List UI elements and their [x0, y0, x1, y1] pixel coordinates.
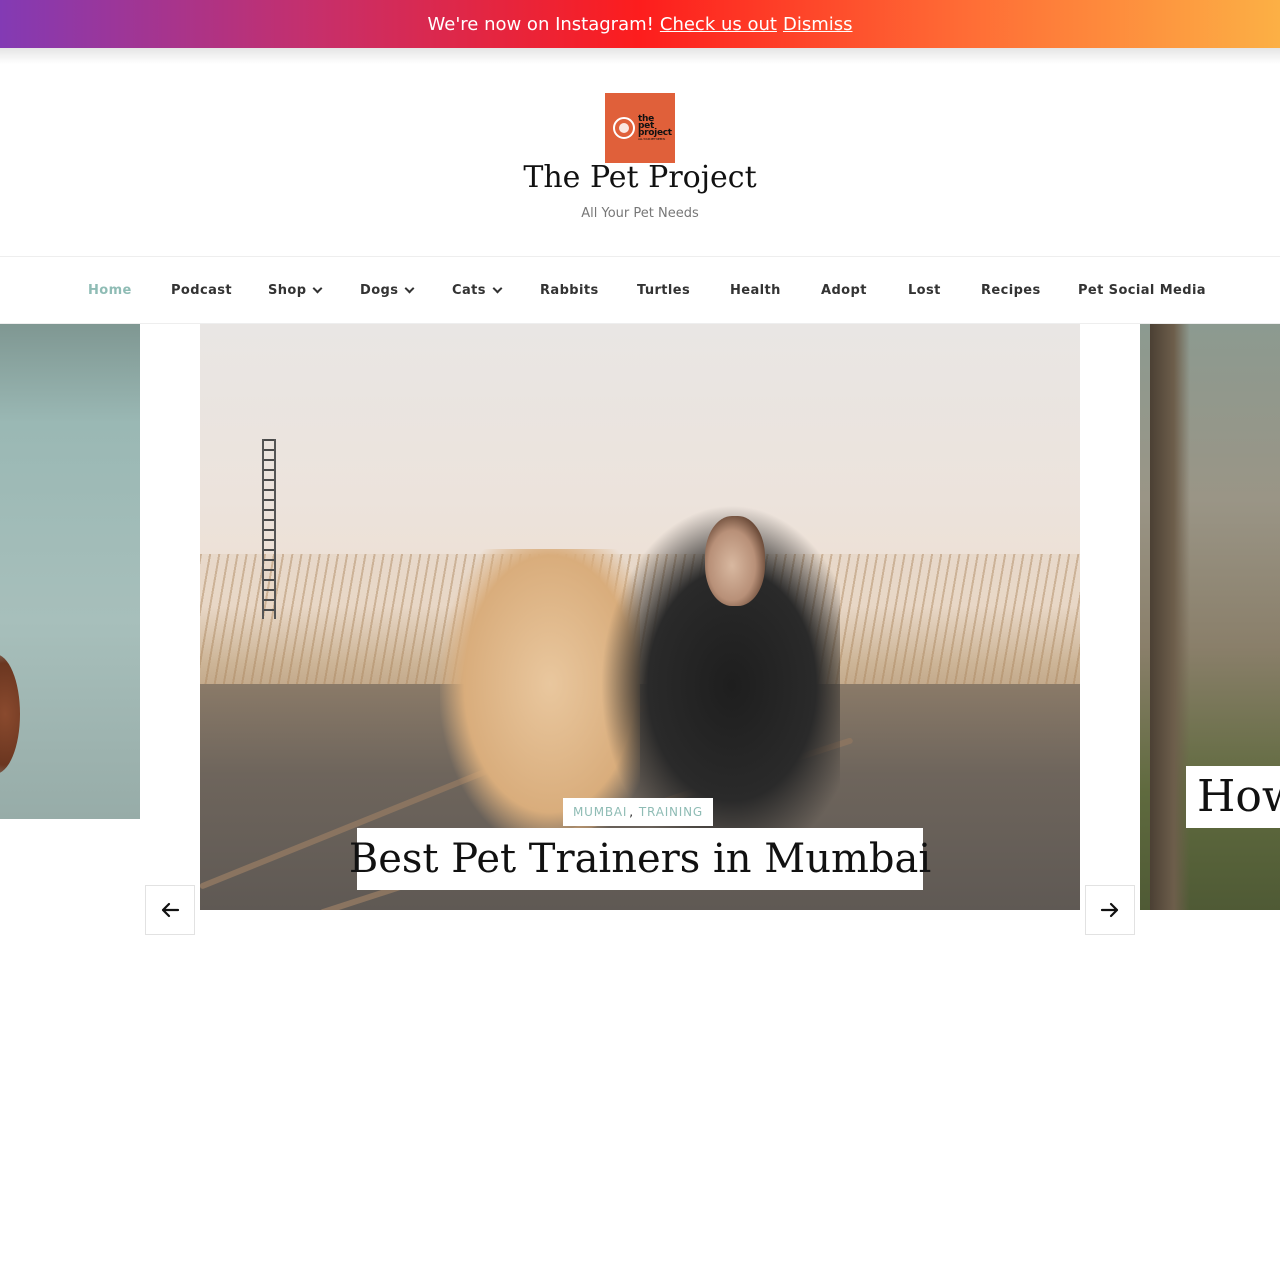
category-link[interactable]: TRAINING	[639, 805, 703, 819]
nav-item-label: Turtles	[637, 282, 691, 298]
logo-wordmark: the pet project ALL YOUR PET NEEDS	[638, 114, 672, 141]
promo-shadow	[0, 48, 1280, 64]
nav-item-rabbits[interactable]: Rabbits	[540, 257, 599, 323]
main-nav: Home Podcast Shop Dogs Cats Rabbits Turt…	[0, 256, 1280, 324]
promo-banner: We're now on Instagram! Check us out Dis…	[0, 0, 1280, 48]
nav-item-dogs[interactable]: Dogs	[360, 257, 415, 323]
current-slide-image[interactable]: MUMBAI , TRAINING Best Pet Trainers in M…	[200, 324, 1080, 910]
nav-item-podcast[interactable]: Podcast	[171, 257, 232, 323]
arrow-left-icon	[161, 902, 180, 918]
site-logo[interactable]: the pet project ALL YOUR PET NEEDS	[605, 93, 675, 163]
nav-item-label: Lost	[908, 282, 941, 298]
power-tower-shape	[262, 439, 276, 619]
next-slide-title[interactable]: How	[1186, 766, 1280, 828]
nav-item-recipes[interactable]: Recipes	[981, 257, 1041, 323]
nav-item-shop[interactable]: Shop	[268, 257, 323, 323]
previous-slide-image[interactable]	[0, 324, 140, 819]
nav-item-label: Home	[88, 282, 132, 298]
promo-cta-link[interactable]: Check us out	[660, 14, 777, 35]
nav-item-label: Shop	[268, 282, 307, 298]
slider-next-button[interactable]	[1085, 885, 1135, 935]
nav-item-label: Cats	[452, 282, 486, 298]
nav-item-label: Pet Social Media	[1078, 282, 1206, 298]
nav-item-label: Podcast	[171, 282, 232, 298]
nav-item-label: Rabbits	[540, 282, 599, 298]
arrow-right-icon	[1100, 902, 1119, 918]
nav-item-label: Dogs	[360, 282, 399, 298]
promo-dismiss-link[interactable]: Dismiss	[783, 14, 853, 35]
slide-categories: MUMBAI , TRAINING	[563, 798, 714, 826]
logo-line-3: project	[638, 127, 672, 138]
pet-fur-shape	[0, 654, 20, 774]
nav-item-pet-social-media[interactable]: Pet Social Media	[1078, 257, 1206, 323]
promo-message: We're now on Instagram!	[427, 13, 654, 35]
nav-item-lost[interactable]: Lost	[908, 257, 941, 323]
nav-item-adopt[interactable]: Adopt	[821, 257, 867, 323]
chevron-down-icon	[404, 283, 415, 293]
nav-item-label: Adopt	[821, 282, 867, 298]
woman-head-figure	[705, 516, 765, 606]
category-link[interactable]: MUMBAI	[573, 805, 627, 819]
nav-item-turtles[interactable]: Turtles	[637, 257, 690, 323]
paw-badge-icon	[613, 117, 635, 139]
site-title[interactable]: The Pet Project	[0, 160, 1280, 195]
nav-item-label: Recipes	[981, 282, 1041, 298]
tree-trunk-shape	[1150, 324, 1190, 910]
nav-item-home[interactable]: Home	[88, 257, 132, 323]
category-separator: ,	[629, 805, 634, 819]
chevron-down-icon	[313, 283, 323, 293]
nav-item-cats[interactable]: Cats	[452, 257, 503, 323]
chevron-down-icon	[492, 283, 503, 293]
nav-item-label: Health	[730, 282, 781, 298]
slide-title[interactable]: Best Pet Trainers in Mumbai	[349, 828, 931, 890]
nav-item-health[interactable]: Health	[730, 257, 781, 323]
site-tagline: All Your Pet Needs	[581, 206, 699, 221]
site-header: the pet project ALL YOUR PET NEEDS The P…	[0, 64, 1280, 256]
slider-prev-button[interactable]	[145, 885, 195, 935]
featured-slider: MUMBAI , TRAINING Best Pet Trainers in M…	[0, 324, 1280, 944]
